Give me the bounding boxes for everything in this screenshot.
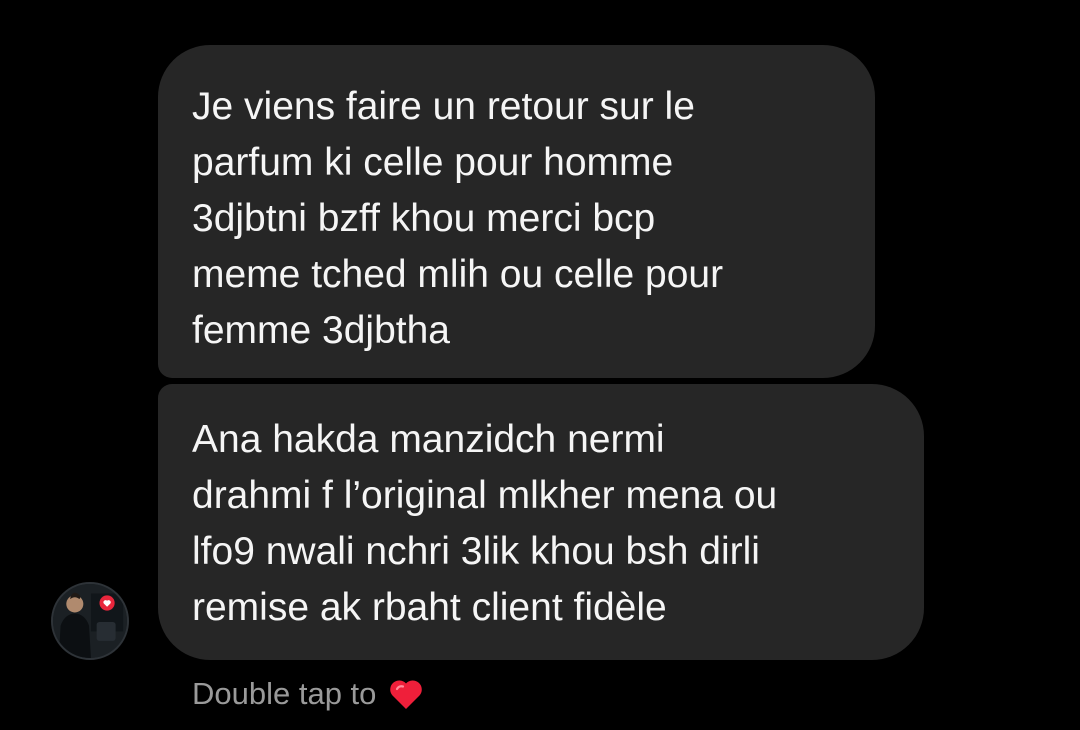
message-bubble[interactable]: Ana hakda manzidch nermi drahmi f l’orig… xyxy=(158,384,924,660)
message-bubble[interactable]: Je viens faire un retour sur le parfum k… xyxy=(158,45,875,378)
profile-photo-icon xyxy=(53,584,127,658)
double-tap-hint: Double tap to xyxy=(192,671,426,717)
avatar[interactable] xyxy=(51,582,129,660)
double-tap-label: Double tap to xyxy=(192,676,377,711)
message-thread: Je viens faire un retour sur le parfum k… xyxy=(0,0,1080,730)
heart-icon[interactable] xyxy=(386,674,426,714)
